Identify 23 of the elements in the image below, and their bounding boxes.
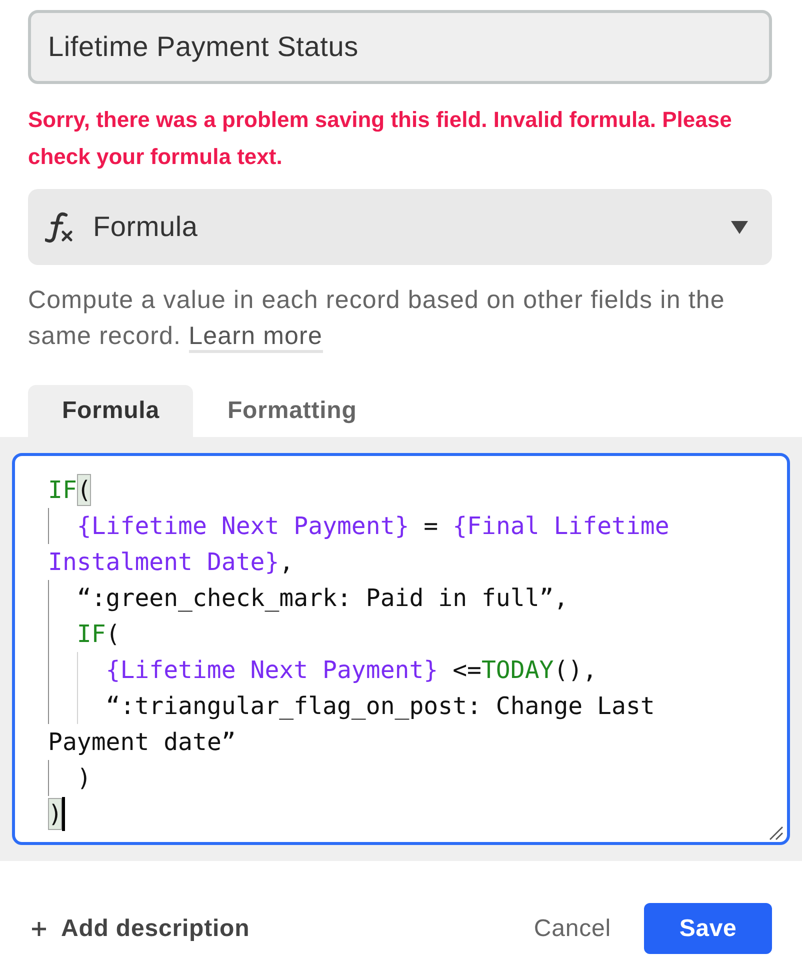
save-button[interactable]: Save: [644, 903, 772, 954]
error-message: Sorry, there was a problem saving this field. Invalid formula. Please check your formula text.: [28, 106, 733, 171]
code-line: ): [48, 760, 92, 796]
add-description-button[interactable]: Add description: [32, 914, 250, 942]
field-description: Compute a value in each record based on other fields in the same record. Learn more: [28, 282, 772, 354]
tab[interactable]: Formatting: [193, 385, 391, 437]
function-icon: [45, 212, 74, 242]
code-line: IF(: [48, 473, 92, 508]
code-line: “:triangular_flag_on_post: Change Last Payment date”: [48, 688, 713, 760]
code-line: “:green_check_mark: Paid in full”,: [48, 580, 568, 616]
dropdown-caret-icon: [731, 220, 748, 234]
field-type-dropdown[interactable]: Formula: [28, 189, 772, 265]
plus-icon: [32, 922, 46, 936]
learn-more-link[interactable]: Learn more: [188, 322, 322, 353]
resize-grip-icon[interactable]: [769, 826, 783, 840]
cancel-button[interactable]: Cancel: [530, 908, 615, 948]
code-line: {Lifetime Next Payment} = {Final Lifetime Instalment Date},: [48, 508, 713, 580]
tab[interactable]: Formula: [28, 385, 194, 437]
field-name-input[interactable]: Lifetime Payment Status: [28, 10, 772, 84]
formula-editor[interactable]: IF( {Lifetime Next Payment} = {Final Lifetime Instalment Date}, “:green_check_mark: Paid in full”, IF( {Lifetime Next Payment} <=TODAY(), “:triangular_flag_on_post: Change Last Payment date” ) ): [12, 453, 790, 845]
code-line: IF(: [48, 616, 120, 652]
code-line: {Lifetime Next Payment} <=TODAY(),: [48, 652, 598, 688]
text-cursor: [62, 797, 66, 831]
